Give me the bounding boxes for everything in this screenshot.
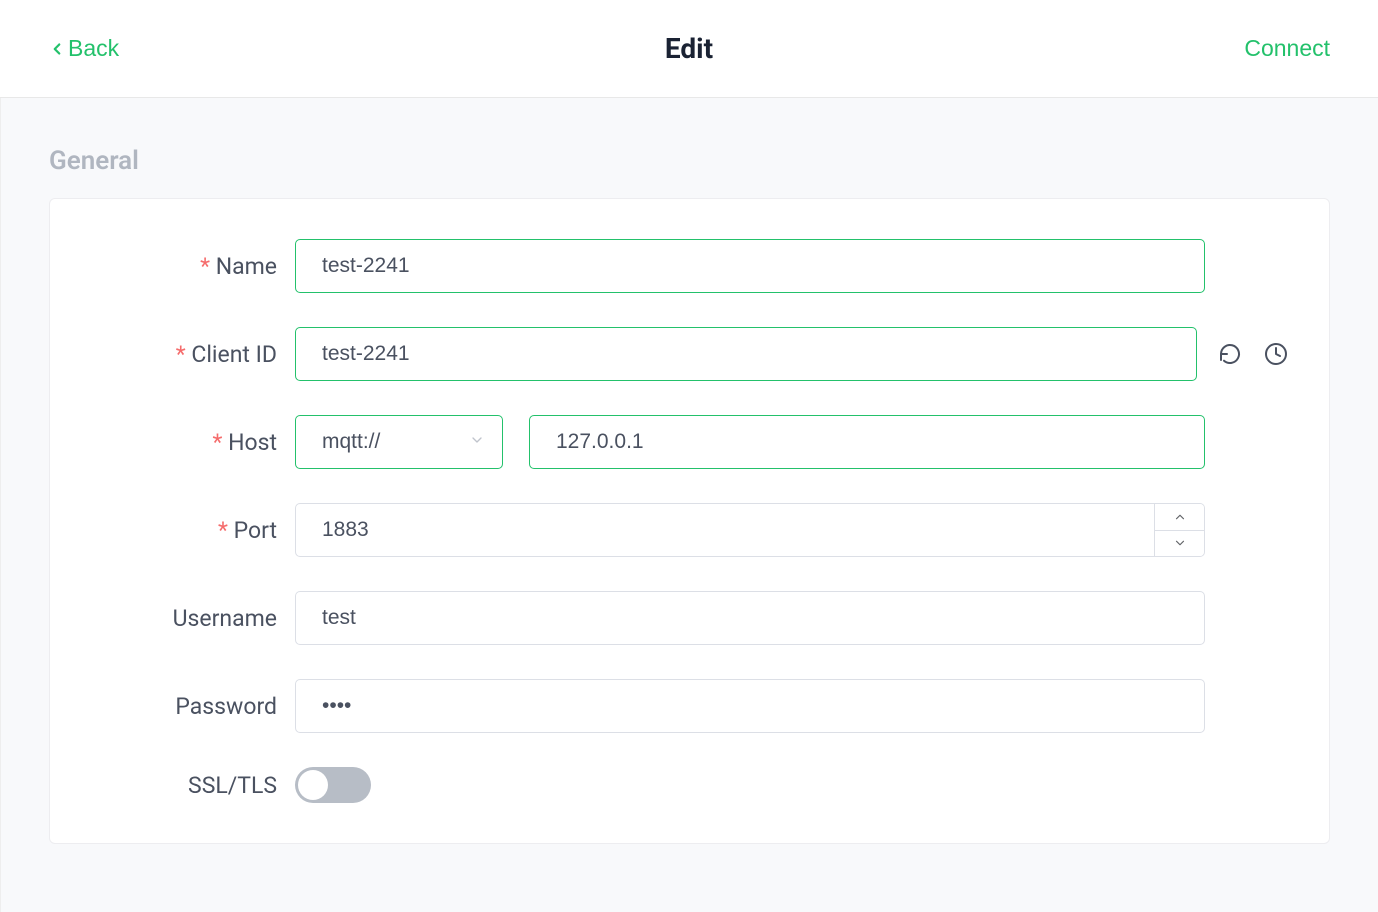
page-title: Edit bbox=[665, 32, 713, 65]
row-ssl: SSL/TLS bbox=[90, 767, 1289, 803]
name-input[interactable] bbox=[295, 239, 1205, 293]
port-input[interactable] bbox=[295, 503, 1205, 557]
header-bar: Back Edit Connect bbox=[0, 0, 1378, 98]
label-password: Password bbox=[90, 693, 295, 720]
chevron-left-icon bbox=[48, 40, 66, 58]
ssl-toggle[interactable] bbox=[295, 767, 371, 803]
port-step-down[interactable] bbox=[1155, 531, 1204, 557]
row-password: Password bbox=[90, 679, 1289, 733]
label-host: Host bbox=[90, 429, 295, 456]
label-username: Username bbox=[90, 605, 295, 632]
refresh-client-id-button[interactable] bbox=[1217, 341, 1243, 367]
clock-icon bbox=[1264, 342, 1288, 366]
username-input[interactable] bbox=[295, 591, 1205, 645]
label-client-id: Client ID bbox=[90, 341, 295, 368]
row-port: Port bbox=[90, 503, 1289, 557]
section-title-general: General bbox=[49, 146, 1378, 176]
back-button[interactable]: Back bbox=[48, 35, 119, 62]
row-host: Host bbox=[90, 415, 1289, 469]
port-steppers bbox=[1154, 504, 1204, 556]
client-id-history-button[interactable] bbox=[1263, 341, 1289, 367]
label-ssl: SSL/TLS bbox=[90, 772, 295, 799]
toggle-knob bbox=[298, 770, 328, 800]
client-id-input[interactable] bbox=[295, 327, 1197, 381]
back-label: Back bbox=[68, 35, 119, 62]
protocol-select-wrap bbox=[295, 415, 503, 469]
host-input[interactable] bbox=[529, 415, 1205, 469]
label-port: Port bbox=[90, 517, 295, 544]
row-client-id: Client ID bbox=[90, 327, 1289, 381]
chevron-down-icon bbox=[1173, 536, 1187, 550]
row-username: Username bbox=[90, 591, 1289, 645]
protocol-select[interactable] bbox=[295, 415, 503, 469]
form-panel: Name Client ID Host bbox=[49, 198, 1330, 844]
password-input[interactable] bbox=[295, 679, 1205, 733]
content-area: General Name Client ID Host bbox=[0, 98, 1378, 912]
connect-button[interactable]: Connect bbox=[1244, 35, 1330, 62]
label-name: Name bbox=[90, 253, 295, 280]
chevron-up-icon bbox=[1173, 510, 1187, 524]
refresh-icon bbox=[1218, 342, 1242, 366]
row-name: Name bbox=[90, 239, 1289, 293]
port-step-up[interactable] bbox=[1155, 504, 1204, 531]
